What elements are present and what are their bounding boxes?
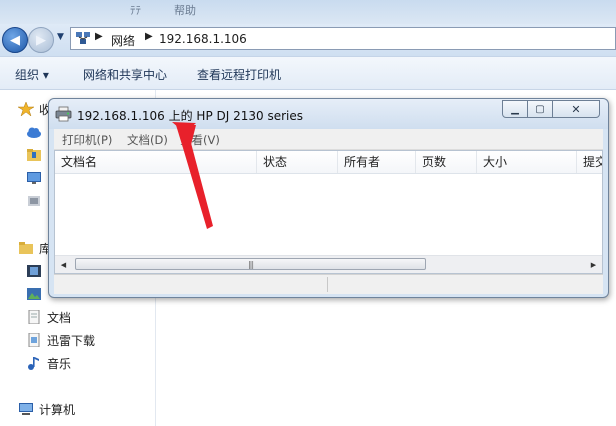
ghost-menu-text: ﾃﾃ	[130, 4, 141, 17]
folder-download-icon	[27, 149, 41, 161]
document-library-icon	[28, 310, 40, 324]
view-remote-printers-button[interactable]: 查看远程打印机	[197, 66, 281, 83]
breadcrumb-host[interactable]: 192.168.1.106	[159, 32, 247, 46]
cloud-icon	[27, 127, 41, 138]
network-icon	[76, 32, 90, 44]
download-library-icon	[28, 333, 40, 347]
nav-documents[interactable]: 文档	[26, 308, 71, 326]
minimize-button[interactable]: ▁	[502, 100, 528, 118]
nav-favorites[interactable]: 收	[18, 100, 51, 118]
nav-cloud[interactable]	[26, 123, 47, 141]
nav-label: 音乐	[47, 356, 72, 371]
nav-label: 文档	[47, 310, 72, 325]
nav-label: 迅雷下载	[47, 333, 96, 348]
explorer-nav-bar: ◀ ▶ ▼ ▶ 网络 ▶ 192.168.1.106	[0, 24, 616, 56]
column-header-submitted[interactable]: 提交	[577, 151, 602, 173]
command-bar: 组织 ▾ 网络和共享中心 查看远程打印机	[0, 56, 616, 90]
nav-downloads[interactable]	[26, 146, 47, 164]
nav-xunlei-downloads[interactable]: 迅雷下载	[26, 331, 95, 349]
close-button[interactable]: ✕	[552, 100, 600, 118]
nav-pictures[interactable]	[26, 285, 47, 303]
column-header-document-name[interactable]: 文档名	[55, 151, 257, 173]
column-header-pages[interactable]: 页数	[416, 151, 477, 173]
print-queue-title-bar[interactable]: 192.168.1.106 上的 HP DJ 2130 series ▁ ▢ ✕	[49, 99, 608, 129]
star-icon	[18, 102, 34, 116]
menu-view[interactable]: 查看(V)	[180, 132, 220, 148]
music-note-icon	[28, 357, 39, 370]
nav-music[interactable]: 音乐	[26, 354, 71, 372]
scroll-left-icon[interactable]: ◀	[55, 256, 72, 273]
printer-icon	[55, 106, 72, 122]
column-header-owner[interactable]: 所有者	[338, 151, 416, 173]
nav-desktop[interactable]	[26, 169, 47, 187]
video-library-icon	[27, 265, 41, 277]
breadcrumb-separator-icon[interactable]: ▶	[145, 31, 153, 42]
library-folder-icon	[19, 242, 33, 254]
scroll-right-icon[interactable]: ▶	[585, 256, 602, 273]
nav-recent[interactable]	[26, 192, 47, 210]
nav-label: 计算机	[39, 402, 76, 417]
network-center-button[interactable]: 网络和共享中心	[83, 66, 167, 83]
picture-library-icon	[27, 288, 41, 300]
ghost-menu-text: 帮助	[174, 4, 196, 17]
print-queue-window: 192.168.1.106 上的 HP DJ 2130 series ▁ ▢ ✕…	[48, 98, 609, 298]
print-job-list: 文档名 状态 所有者 页数 大小 提交 ◀ ||| ▶	[54, 150, 603, 274]
menu-printer[interactable]: 打印机(P)	[62, 132, 112, 148]
scrollbar-thumb[interactable]: |||	[75, 258, 426, 270]
nav-libraries[interactable]: 库	[18, 239, 51, 257]
address-bar[interactable]: ▶ 网络 ▶ 192.168.1.106	[70, 27, 616, 50]
print-queue-title: 192.168.1.106 上的 HP DJ 2130 series	[77, 109, 303, 123]
breadcrumb-separator-icon[interactable]: ▶	[95, 31, 103, 42]
print-queue-menu-bar: 打印机(P) 文档(D) 查看(V)	[54, 129, 603, 150]
organize-button[interactable]: 组织 ▾	[15, 66, 49, 83]
status-divider	[327, 277, 328, 292]
print-job-list-header: 文档名 状态 所有者 页数 大小 提交	[55, 151, 602, 174]
explorer-title-strip: ﾃﾃ 帮助	[0, 0, 616, 24]
desktop-icon	[27, 172, 41, 184]
maximize-button[interactable]: ▢	[527, 100, 553, 118]
history-dropdown-icon[interactable]: ▼	[57, 32, 64, 42]
menu-document[interactable]: 文档(D)	[127, 132, 168, 148]
breadcrumb-network[interactable]: 网络	[111, 32, 135, 49]
column-header-status[interactable]: 状态	[257, 151, 338, 173]
computer-icon	[19, 403, 33, 415]
recent-places-icon	[28, 196, 40, 206]
nav-videos[interactable]	[26, 262, 47, 280]
horizontal-scrollbar[interactable]: ◀ ||| ▶	[55, 255, 602, 273]
print-queue-status-bar	[54, 274, 603, 294]
nav-computer[interactable]: 计算机	[18, 400, 75, 418]
back-button[interactable]: ◀	[2, 27, 28, 53]
column-header-size[interactable]: 大小	[477, 151, 577, 173]
forward-button[interactable]: ▶	[28, 27, 54, 53]
